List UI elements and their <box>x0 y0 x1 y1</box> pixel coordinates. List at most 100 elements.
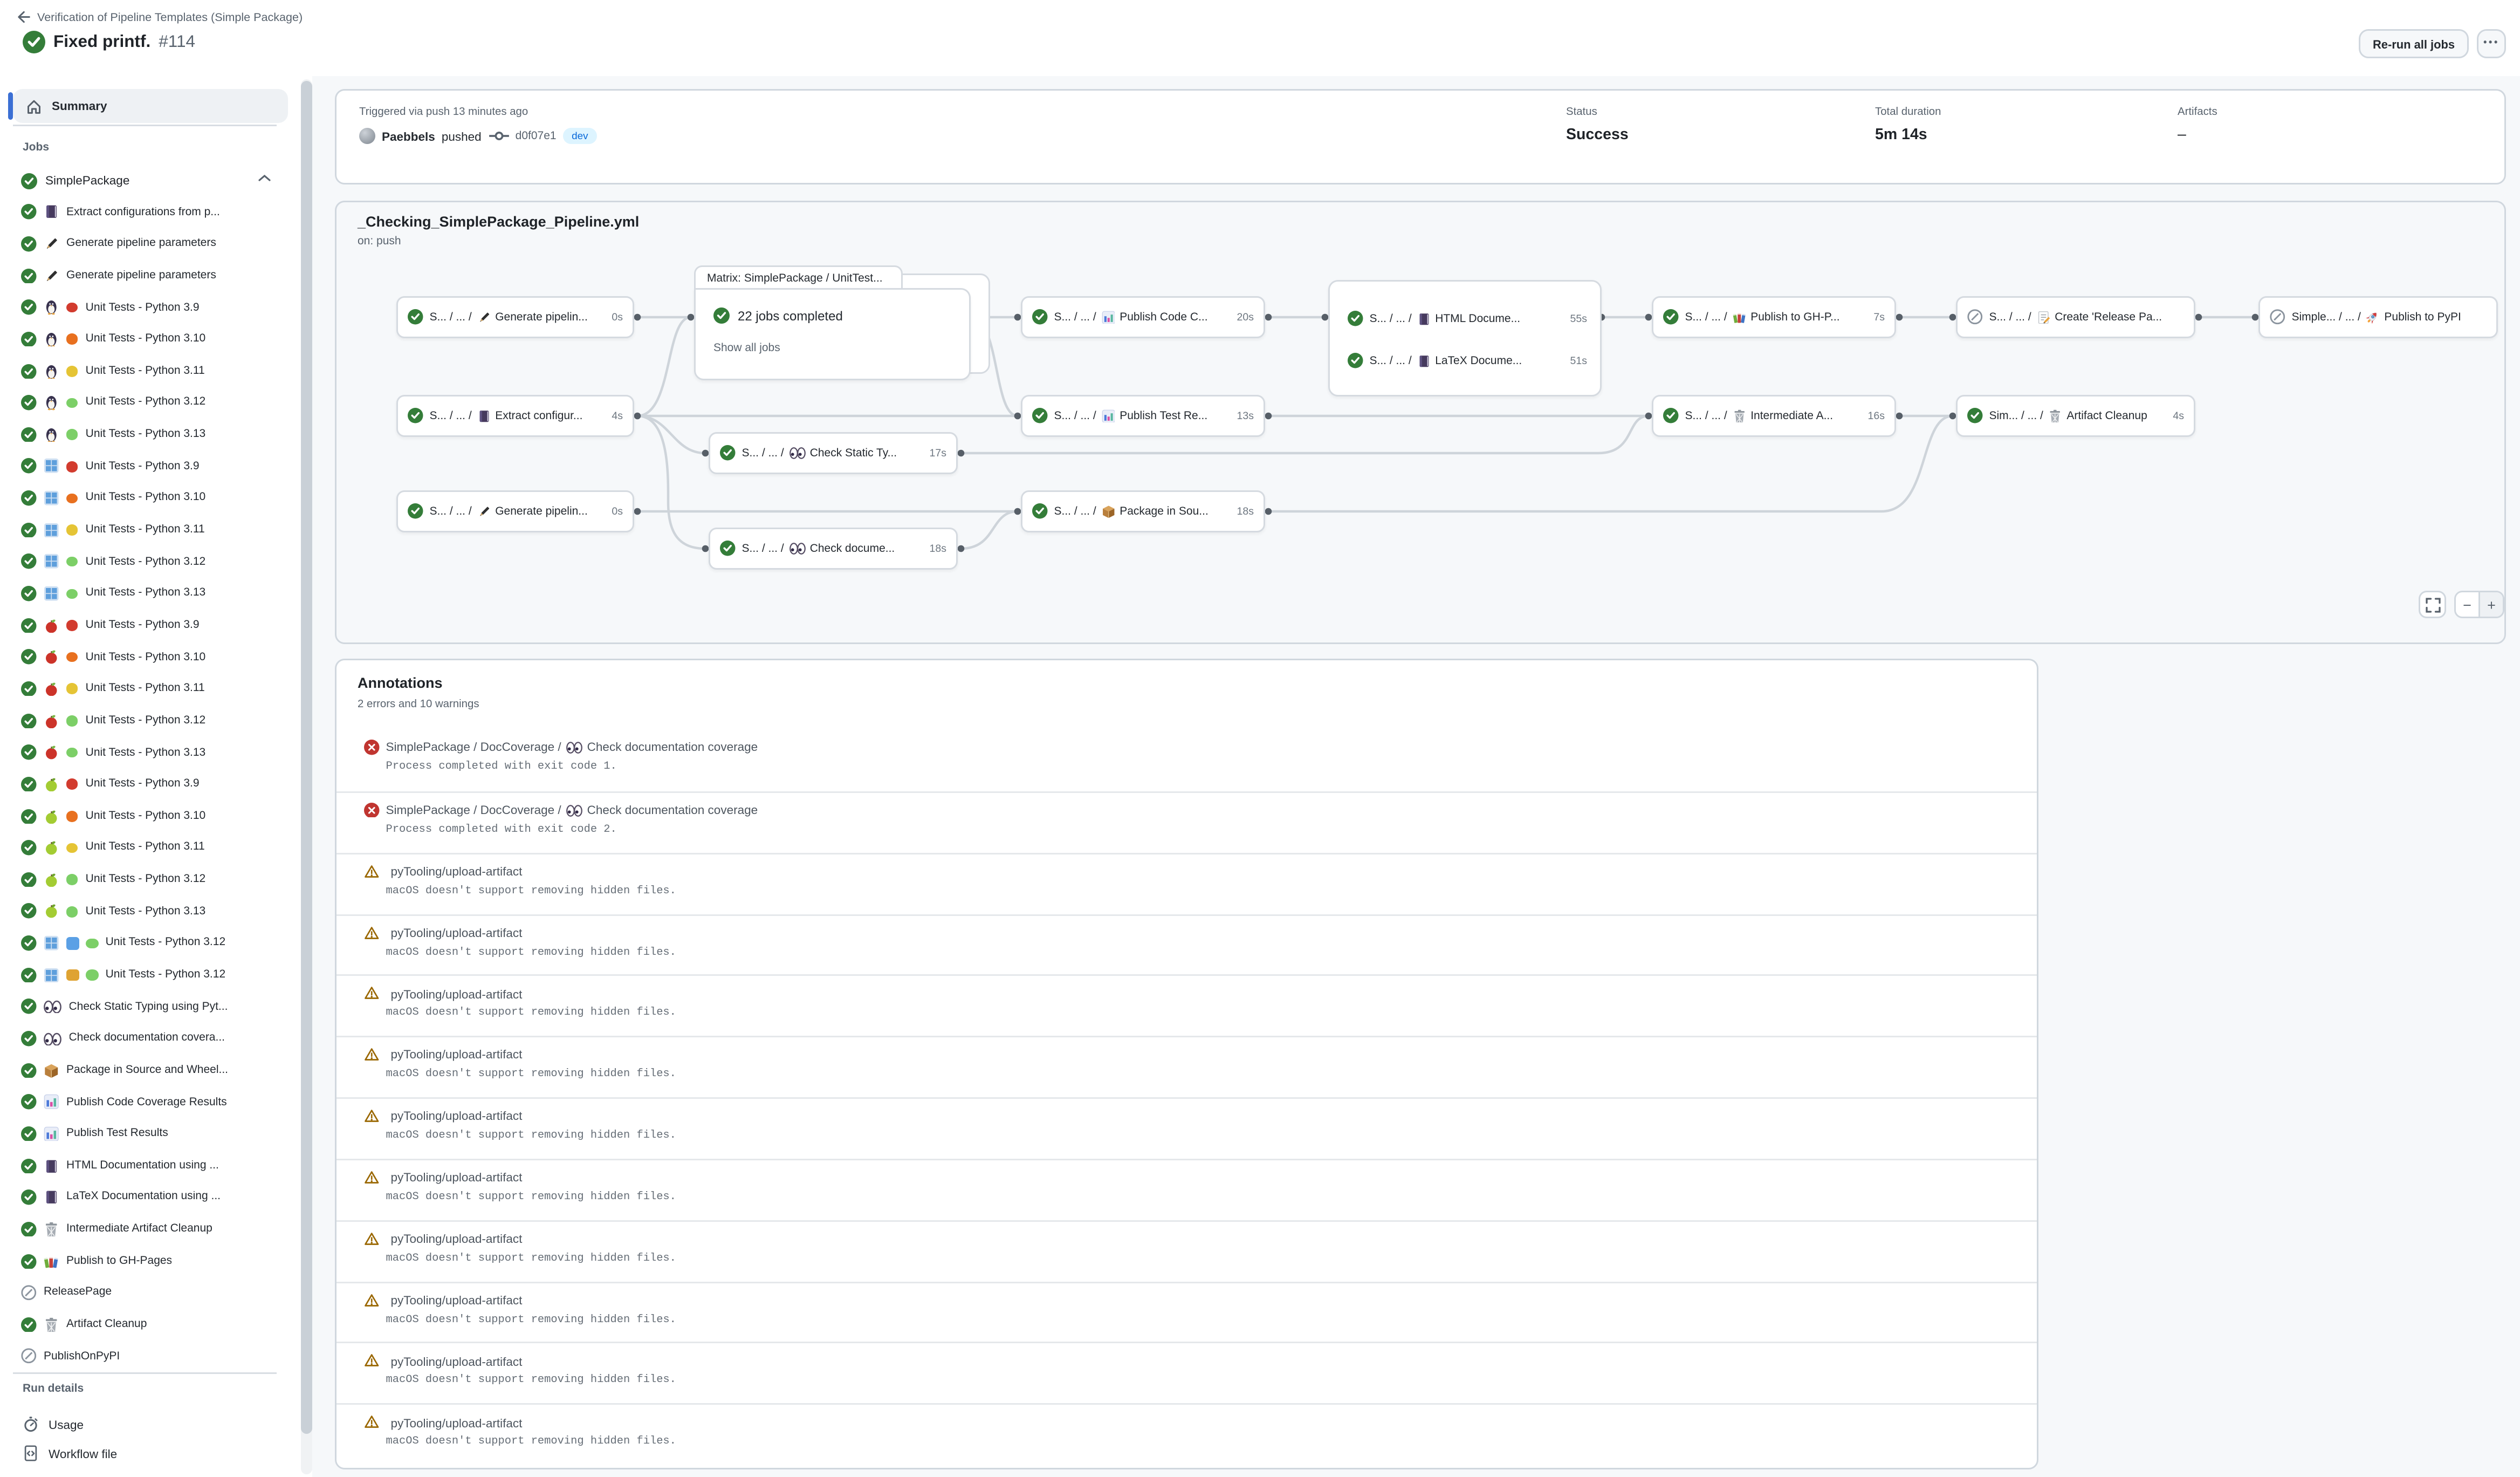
annotation-row[interactable]: pyTooling/upload-artifact macOS doesn't … <box>337 1097 2037 1159</box>
graph-node-generate-2[interactable]: S... / ... /Generate pipelin... 0s <box>396 490 634 532</box>
sidebar-scrollbar-thumb[interactable] <box>300 81 312 1434</box>
sidebar-job-item[interactable]: PublishOnPyPI <box>0 1341 299 1372</box>
annotation-row[interactable]: pyTooling/upload-artifact macOS doesn't … <box>337 1036 2037 1098</box>
sidebar-job-item[interactable]: HTML Documentation using ... <box>0 1150 299 1182</box>
python-version-dot <box>66 843 78 853</box>
annotation-title[interactable]: pyTooling/upload-artifact <box>391 1048 523 1062</box>
graph-node-publish-coverage[interactable]: S... / ... /Publish Code C... 20s <box>1021 296 1265 338</box>
sidebar-job-item[interactable]: Unit Tests - Python 3.10 <box>0 324 299 355</box>
graph-node-artifact-cleanup[interactable]: Sim... / ... /Artifact Cleanup 4s <box>1956 395 2195 437</box>
annotation-title[interactable]: pyTooling/upload-artifact <box>391 1109 523 1124</box>
sidebar-job-item[interactable]: Unit Tests - Python 3.10 <box>0 641 299 673</box>
annotation-row[interactable]: pyTooling/upload-artifact macOS doesn't … <box>337 914 2037 975</box>
annotation-title[interactable]: pyTooling/upload-artifact <box>391 1170 523 1185</box>
annotation-row[interactable]: pyTooling/upload-artifact macOS doesn't … <box>337 1281 2037 1343</box>
graph-node-publish-pypi[interactable]: Simple... / ... /Publish to PyPI <box>2258 296 2498 338</box>
sidebar-item-workflow-file[interactable]: Workflow file <box>0 1439 299 1468</box>
show-all-jobs-link[interactable]: Show all jobs <box>713 343 780 354</box>
annotation-title[interactable]: pyTooling/upload-artifact <box>391 925 523 940</box>
annotation-title[interactable]: pyTooling/upload-artifact <box>391 1293 523 1308</box>
graph-node-release-page[interactable]: S... / ... /Create 'Release Pa... <box>1956 296 2195 338</box>
graph-node-gh-pages[interactable]: S... / ... /Publish to GH-P... 7s <box>1652 296 1896 338</box>
graph-node-publish-test-results[interactable]: S... / ... /Publish Test Re... 13s <box>1021 395 1265 437</box>
sidebar-job-item[interactable]: Unit Tests - Python 3.13 <box>0 737 299 769</box>
annotation-row[interactable]: pyTooling/upload-artifact macOS doesn't … <box>337 1159 2037 1220</box>
graph-node-check-static-typing[interactable]: S... / ... /Check Static Ty... 17s <box>709 432 958 474</box>
annotation-title[interactable]: Check documentation coverage <box>587 803 758 817</box>
sidebar-job-item[interactable]: Publish Code Coverage Results <box>0 1086 299 1118</box>
branch-badge[interactable]: dev <box>563 128 597 144</box>
back-link[interactable]: Verification of Pipeline Templates (Simp… <box>16 10 303 24</box>
sidebar-job-item[interactable]: Unit Tests - Python 3.11 <box>0 355 299 387</box>
sidebar-job-item[interactable]: Unit Tests - Python 3.12 <box>0 864 299 895</box>
sidebar-job-item[interactable]: Unit Tests - Python 3.11 <box>0 514 299 546</box>
graph-node-check-doc-coverage[interactable]: S... / ... /Check docume... 18s <box>709 528 958 570</box>
sidebar-job-item[interactable]: Publish to GH-Pages <box>0 1245 299 1277</box>
sidebar-job-item[interactable]: Intermediate Artifact Cleanup <box>0 1213 299 1245</box>
annotation-row[interactable]: pyTooling/upload-artifact macOS doesn't … <box>337 1342 2037 1404</box>
annotation-title[interactable]: pyTooling/upload-artifact <box>391 1354 523 1369</box>
annotation-row[interactable]: SimplePackage / DocCoverage / Check docu… <box>337 791 2037 853</box>
sidebar-job-item[interactable]: Unit Tests - Python 3.13 <box>0 419 299 450</box>
success-icon <box>21 1222 37 1237</box>
annotation-row[interactable]: pyTooling/upload-artifact macOS doesn't … <box>337 852 2037 914</box>
sidebar-job-item[interactable]: Unit Tests - Python 3.10 <box>0 482 299 514</box>
sidebar-job-item[interactable]: Unit Tests - Python 3.13 <box>0 578 299 610</box>
graph-node-extract-config[interactable]: S... / ... /Extract configur... 4s <box>396 395 634 437</box>
sidebar-job-item[interactable]: Package in Source and Wheel... <box>0 1055 299 1086</box>
sidebar-job-item[interactable]: Unit Tests - Python 3.9 <box>0 292 299 324</box>
commit-sha[interactable]: d0f07e1 <box>516 131 557 142</box>
sidebar-job-item[interactable]: Artifact Cleanup <box>0 1309 299 1341</box>
annotation-row[interactable]: SimplePackage / DocCoverage / Check docu… <box>337 730 2037 791</box>
sidebar-group-simplepackage[interactable]: SimplePackage <box>21 167 280 194</box>
sidebar-job-item[interactable]: Publish Test Results <box>0 1118 299 1150</box>
sidebar-job-item[interactable]: Generate pipeline parameters <box>0 228 299 260</box>
sidebar-job-item[interactable]: Unit Tests - Python 3.9 <box>0 768 299 800</box>
docs-group-card: S... / ... /HTML Docume... 55s S... / ..… <box>1328 280 1602 396</box>
zoom-in-button[interactable]: + <box>2478 592 2503 617</box>
sidebar-job-item[interactable]: Check documentation covera... <box>0 1023 299 1055</box>
job-label: Unit Tests - Python 3.9 <box>86 778 200 790</box>
sidebar-job-item[interactable]: Extract configurations from p... <box>0 196 299 228</box>
actor-name[interactable]: Paebbels <box>382 129 435 143</box>
zoom-out-button[interactable]: − <box>2456 592 2478 617</box>
matrix-card[interactable]: 22 jobs completed Show all jobs <box>694 288 971 380</box>
sidebar-job-item[interactable]: Unit Tests - Python 3.12 <box>0 546 299 578</box>
sidebar-job-item[interactable]: Unit Tests - Python 3.10 <box>0 800 299 832</box>
avatar[interactable] <box>359 128 375 144</box>
annotation-title[interactable]: pyTooling/upload-artifact <box>391 1416 523 1430</box>
sidebar-job-item[interactable]: Unit Tests - Python 3.11 <box>0 673 299 705</box>
kebab-menu-button[interactable]: ••• <box>2477 29 2506 58</box>
graph-node-package-source-wheel[interactable]: S... / ... /Package in Sou... 18s <box>1021 490 1265 532</box>
sidebar-job-item[interactable]: Generate pipeline parameters <box>0 260 299 292</box>
sidebar-job-item[interactable]: LaTeX Documentation using ... <box>0 1181 299 1213</box>
graph-fullscreen-button[interactable] <box>2419 591 2446 618</box>
graph-node-intermediate-cleanup[interactable]: S... / ... /Intermediate A... 16s <box>1652 395 1896 437</box>
sidebar-job-item[interactable]: Check Static Typing using Pyt... <box>0 991 299 1023</box>
annotation-row[interactable]: pyTooling/upload-artifact macOS doesn't … <box>337 1404 2037 1465</box>
sidebar-job-item[interactable]: Unit Tests - Python 3.11 <box>0 832 299 864</box>
sidebar-job-item[interactable]: Unit Tests - Python 3.9 <box>0 610 299 641</box>
sidebar-job-item[interactable]: Unit Tests - Python 3.9 <box>0 450 299 482</box>
sidebar-job-item[interactable]: ReleasePage <box>0 1277 299 1309</box>
sidebar-job-item[interactable]: Unit Tests - Python 3.12 <box>0 959 299 991</box>
annotation-title[interactable]: Check documentation coverage <box>587 740 758 755</box>
sidebar-job-item[interactable]: Unit Tests - Python 3.12 <box>0 387 299 419</box>
sidebar-item-usage[interactable]: Usage <box>0 1410 299 1439</box>
chevron-up-icon[interactable] <box>257 173 272 183</box>
graph-node-latex-doc[interactable]: S... / ... /LaTeX Docume... 51s <box>1348 349 1587 373</box>
annotation-title[interactable]: pyTooling/upload-artifact <box>391 1232 523 1246</box>
annotation-row[interactable]: pyTooling/upload-artifact macOS doesn't … <box>337 975 2037 1036</box>
graph-node-generate-1[interactable]: S... / ... /Generate pipelin... 0s <box>396 296 634 338</box>
sidebar-job-item[interactable]: Unit Tests - Python 3.12 <box>0 705 299 737</box>
annotation-title[interactable]: pyTooling/upload-artifact <box>391 987 523 1001</box>
rerun-all-jobs-button[interactable]: Re-run all jobs <box>2359 29 2469 58</box>
sidebar-item-summary[interactable]: Summary <box>13 89 288 123</box>
sidebar-job-item[interactable]: Unit Tests - Python 3.13 <box>0 895 299 927</box>
annotation-row[interactable]: pyTooling/upload-artifact macOS doesn't … <box>337 1220 2037 1281</box>
sidebar-job-item[interactable]: Unit Tests - Python 3.12 <box>0 927 299 959</box>
annotation-title[interactable]: pyTooling/upload-artifact <box>391 864 523 879</box>
bar-chart-icon <box>1101 409 1115 423</box>
graph-node-html-doc[interactable]: S... / ... /HTML Docume... 55s <box>1348 307 1587 331</box>
matrix-tab[interactable]: Matrix: SimplePackage / UnitTest... <box>694 265 903 290</box>
